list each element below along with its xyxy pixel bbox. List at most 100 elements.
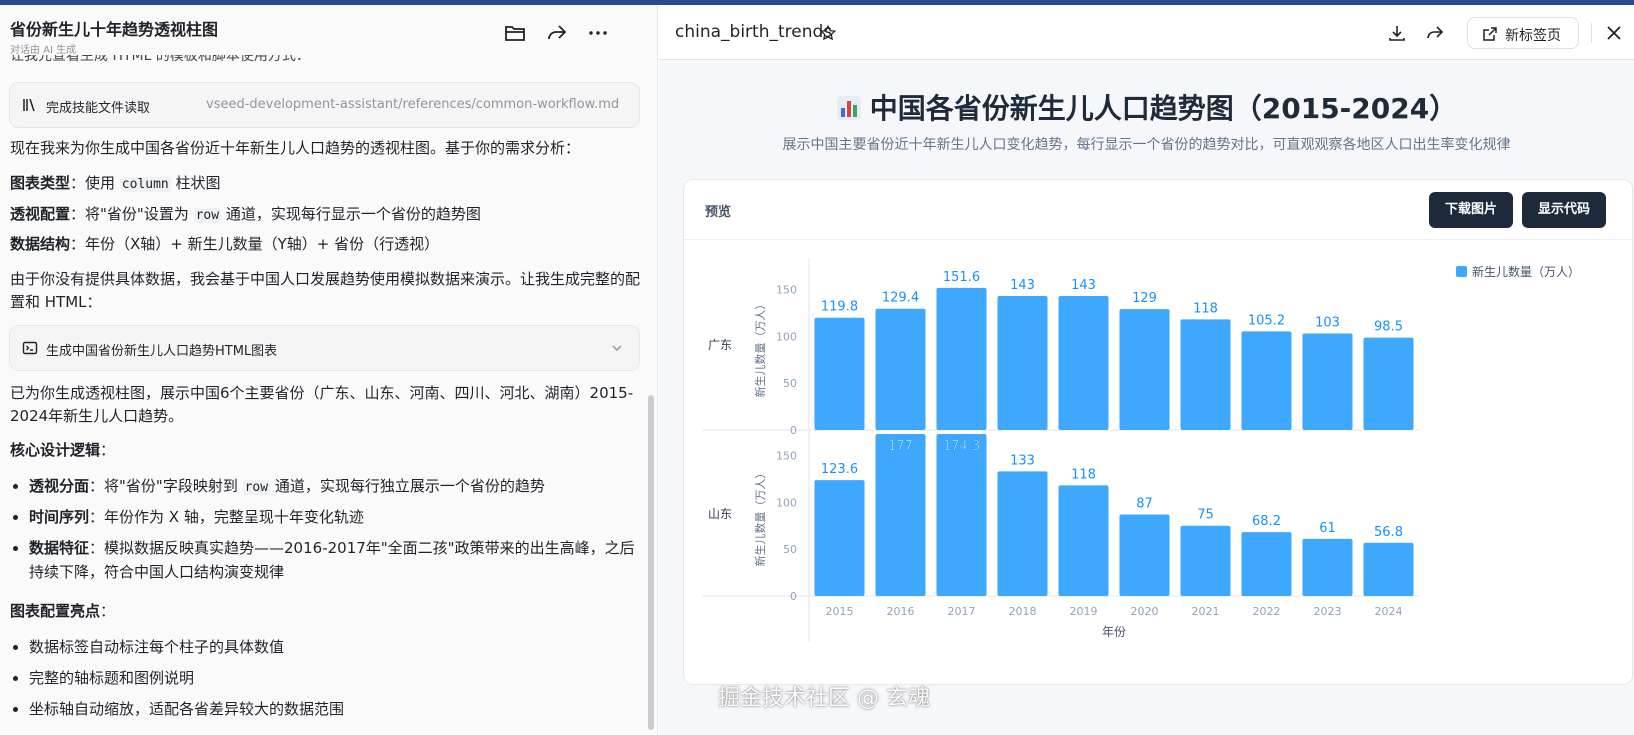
x-tick-label: 2023 [1314,605,1342,618]
list-item: 数据特征：模拟数据反映真实趋势——2016-2017年"全面二孩"政策带来的出生… [13,536,639,584]
data-label: 119.8 [821,300,858,315]
y-tick-label: 50 [783,543,797,556]
data-label: 118 [1193,301,1218,316]
bar-广东-2015 [814,317,865,430]
bar-广东-2018 [997,295,1048,430]
skill-read-box[interactable]: 完成技能文件读取 vseed-development-assistant/ref… [9,82,640,128]
book-icon [23,98,35,112]
show-code-button[interactable]: 显示代码 [1522,192,1606,228]
data-label: 177 [888,439,913,454]
chevron-down-icon[interactable] [609,340,625,356]
x-tick-label: 2022 [1253,605,1281,618]
list-item: 时间序列：年份作为 X 轴，完整呈现十年变化轨迹 [13,505,639,529]
y-tick-label: 100 [776,330,797,343]
result-text: 已为你生成透视柱图，展示中国6个主要省份（广东、山东、河南、四川、河北、湖南）2… [10,384,634,425]
list-item: 透视分面：将"省份"字段映射到 row 通道，实现每行独立展示一个省份的趋势 [13,474,639,500]
bar-广东-2024 [1363,337,1414,430]
clipped-text: 让我先查看生成 HTML 的模板和脚本使用方式： [10,55,310,64]
star-icon[interactable] [819,24,837,42]
chat-header: 省份新生儿十年趋势透视柱图 对话由 AI 生成 [0,5,657,56]
x-tick-label: 2017 [948,605,976,618]
req-chart-type: 图表类型：使用 column 柱状图 [10,174,221,192]
terminal-icon [22,341,38,355]
y-axis-title: 新生儿数量（万人） [753,468,767,567]
bar-山东-2019 [1058,485,1109,596]
bar-广东-2021 [1180,319,1231,430]
data-label: 75 [1197,508,1214,523]
tool-call-label: 生成中国省份新生儿人口趋势HTML图表 [46,344,278,359]
data-label: 123.6 [821,462,858,477]
data-label: 118 [1071,467,1096,482]
legend-label: 新生儿数量（万人） [1472,264,1580,279]
core-logic-title: 核心设计逻辑： [10,441,116,459]
close-icon[interactable] [1604,23,1624,43]
y-tick-label: 100 [776,496,797,509]
y-tick-label: 0 [790,590,797,603]
y-axis-title: 新生儿数量（万人） [753,299,767,398]
y-tick-label: 150 [776,283,797,296]
x-tick-label: 2020 [1131,605,1159,618]
list-item: 数据标签自动标注每个柱子的具体数值 [13,635,639,659]
chat-scrollbar[interactable] [648,395,654,730]
data-label: 133 [1010,453,1035,468]
page-title: 中国各省份新生儿人口趋势图（2015-2024） [659,87,1634,127]
bar-广东-2017 [936,287,987,430]
artifact-header: china_birth_trends 新标签页 [659,5,1634,60]
page-subtitle: 展示中国主要省份近十年新生儿人口变化趋势，每行显示一个省份的趋势对比，可直观观察… [782,137,1511,153]
bar-山东-2021 [1180,525,1231,596]
y-tick-label: 0 [790,424,797,437]
data-label: 105.2 [1248,313,1285,328]
chat-messages: 让我先查看生成 HTML 的模板和脚本使用方式： 完成技能文件读取 vseed-… [0,55,645,735]
y-tick-label: 50 [783,377,797,390]
bar-广东-2019 [1058,295,1109,430]
list-item: 坐标轴自动缩放，适配各省差异较大的数据范围 [13,697,639,721]
bar-山东-2023 [1302,538,1353,596]
download-icon[interactable] [1387,23,1407,43]
preview-label: 预览 [705,205,732,220]
bar-山东-2024 [1363,542,1414,596]
download-image-button[interactable]: 下载图片 [1429,192,1513,228]
share-icon[interactable] [545,21,569,45]
x-tick-label: 2021 [1192,605,1220,618]
bar-山东-2017 [936,434,987,596]
new-tab-label: 新标签页 [1505,28,1561,44]
skill-read-label: 完成技能文件读取 [46,101,151,116]
data-label: 129 [1132,291,1157,306]
row-header-0: 广东 [708,338,732,352]
data-label: 98.5 [1374,320,1403,335]
x-tick-label: 2016 [887,605,915,618]
data-label: 151.6 [943,270,980,285]
data-label: 174.3 [943,439,980,454]
highlights-title: 图表配置亮点： [10,602,116,620]
bar-山东-2016 [875,434,926,596]
folder-icon[interactable] [503,21,527,45]
skill-read-path: vseed-development-assistant/references/c… [206,97,620,112]
chat-panel: 省份新生儿十年趋势透视柱图 对话由 AI 生成 让我先查看生成 HTML 的模板… [0,5,658,735]
list-item: 完整的轴标题和图例说明 [13,666,639,690]
x-tick-label: 2019 [1070,605,1098,618]
new-tab-button[interactable]: 新标签页 [1467,17,1579,49]
pivot-column-chart: 广东 新生儿数量（万人）050100150119.8129.4151.6143 14… [702,258,1580,642]
bar-山东-2022 [1241,532,1292,596]
bar-山东-2015 [814,480,865,596]
bar-广东-2023 [1302,333,1353,430]
x-tick-label: 2015 [826,605,854,618]
watermark: 掘金技术社区 @ 玄魂 [718,686,930,711]
file-name: china_birth_trends [675,22,833,42]
y-tick-label: 150 [776,449,797,462]
row-header-1: 山东 [708,507,732,521]
share-icon[interactable] [1425,23,1445,43]
data-label: 61 [1319,521,1336,536]
bar-山东-2018 [997,471,1048,596]
page-title-text: 中国各省份新生儿人口趋势图（2015-2024） [869,92,1458,125]
bar-广东-2016 [875,308,926,430]
more-icon[interactable] [586,21,610,45]
x-tick-label: 2024 [1375,605,1403,618]
chat-subtitle: 对话由 AI 生成 [10,45,77,56]
artifact-panel: china_birth_trends 新标签页 中国各省份新生儿人口趋势图（20… [659,5,1634,735]
tool-call-box[interactable]: 生成中国省份新生儿人口趋势HTML图表 [9,325,640,371]
external-link-icon [1483,27,1497,41]
chat-title: 省份新生儿十年趋势透视柱图 [10,20,219,39]
bar-广东-2022 [1241,331,1292,430]
data-label: 68.2 [1252,514,1281,529]
